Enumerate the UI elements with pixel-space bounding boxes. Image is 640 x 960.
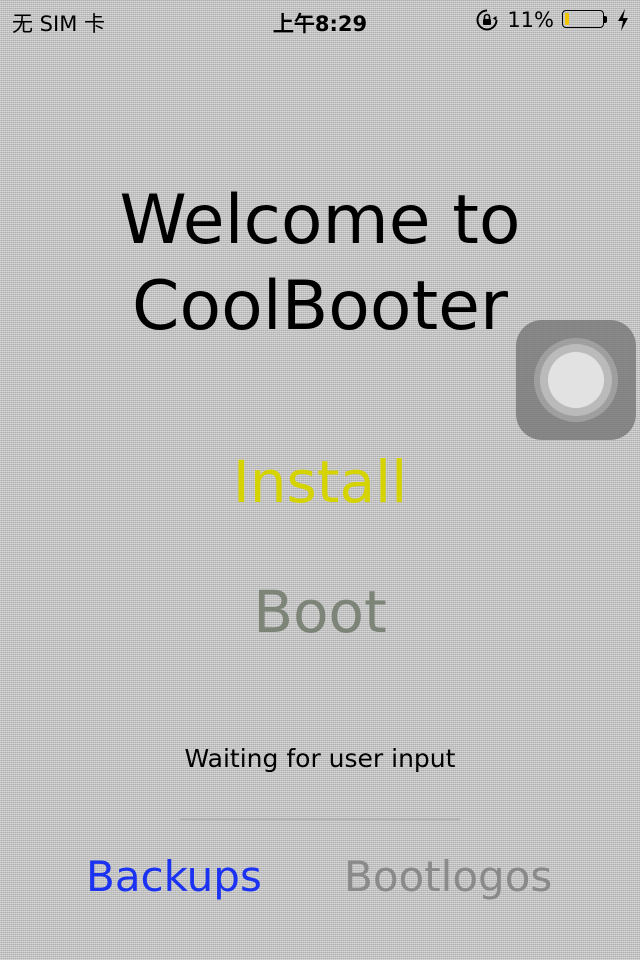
- status-bar: 无 SIM 卡 上午8:29 11%: [0, 0, 640, 40]
- welcome-line-1: Welcome to: [119, 181, 521, 260]
- charging-bolt-icon: [618, 9, 628, 31]
- assistive-touch-button[interactable]: [516, 320, 636, 440]
- boot-button[interactable]: Boot: [0, 578, 640, 646]
- battery-percent: 11%: [507, 8, 554, 32]
- backups-button[interactable]: Backups: [86, 852, 262, 901]
- battery-level: [565, 13, 569, 25]
- bootlogos-button[interactable]: Bootlogos: [344, 852, 552, 901]
- status-message: Waiting for user input: [184, 744, 456, 773]
- battery-icon: [562, 10, 608, 30]
- status-indicators: 11%: [475, 8, 630, 32]
- progress-bar: [180, 818, 460, 820]
- assistive-touch-center: [548, 352, 604, 408]
- orientation-lock-icon: [476, 9, 498, 31]
- install-button[interactable]: Install: [0, 448, 640, 516]
